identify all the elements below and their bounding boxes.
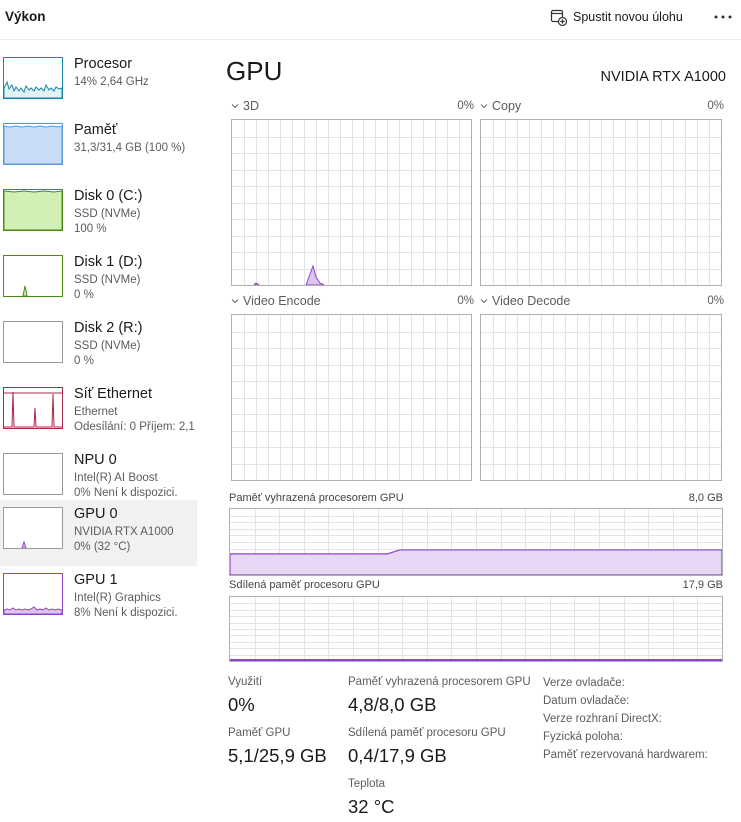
sidebar-item-disk-2[interactable]: Disk 2 (R:) SSD (NVMe) 0 % xyxy=(0,314,197,380)
utilization-value: 0% xyxy=(228,694,255,715)
sidebar-item-detail: NVIDIA RTX A1000 xyxy=(74,526,174,538)
sidebar-item-detail: SSD (NVMe) xyxy=(74,274,141,286)
more-horizontal-icon[interactable] xyxy=(712,7,734,27)
gpu-model-name: NVIDIA RTX A1000 xyxy=(600,69,726,85)
sidebar-item-gpu-1[interactable]: GPU 1 Intel(R) Graphics 8% Není k dispoz… xyxy=(0,566,197,632)
engine-percent: 0% xyxy=(707,295,724,307)
new-task-label: Spustit novou úlohu xyxy=(573,10,683,24)
npu-0-thumbnail-graph xyxy=(3,453,63,495)
engine-label: Copy xyxy=(492,99,522,113)
dedicated-memory-graph-label: Paměť vyhrazená procesorem GPU xyxy=(229,492,404,504)
sidebar-item-detail: 31,3/31,4 GB (100 %) xyxy=(74,142,186,154)
engine-label: Video Decode xyxy=(492,294,571,308)
disk-2-thumbnail-graph xyxy=(3,321,63,363)
sidebar-item-ethernet[interactable]: Síť Ethernet Ethernet Odesílání: 0 Příje… xyxy=(0,380,197,446)
sidebar-item-label: Procesor xyxy=(74,56,133,72)
sidebar-item-label: GPU 1 xyxy=(74,572,118,588)
dedicated-memory-graph-max: 8,0 GB xyxy=(688,492,723,504)
sidebar-item-detail: SSD (NVMe) xyxy=(74,208,141,220)
engine-selector-3d[interactable]: 3D xyxy=(230,99,259,113)
engine-label: Video Encode xyxy=(243,294,321,308)
sidebar-item-detail: Intel(R) Graphics xyxy=(74,592,161,604)
dedicated-memory-area xyxy=(230,549,722,575)
graph-video-decode xyxy=(480,314,722,481)
sidebar-item-detail: SSD (NVMe) xyxy=(74,340,141,352)
gpu-memory-label: Paměť GPU xyxy=(228,727,291,739)
hardware-reserved-memory-label: Paměť rezervovaná hardwarem: xyxy=(543,749,708,761)
engine-selector-copy[interactable]: Copy xyxy=(479,99,521,113)
chevron-down-icon xyxy=(231,104,239,109)
graph-dedicated-memory xyxy=(229,508,723,576)
engine-selector-video-encode[interactable]: Video Encode xyxy=(230,294,321,308)
utilization-label: Využití xyxy=(228,676,263,688)
sidebar-item-value: 8% Není k dispozici. xyxy=(74,607,178,619)
sidebar-item-disk-1[interactable]: Disk 1 (D:) SSD (NVMe) 0 % xyxy=(0,248,197,314)
sidebar-item-value: 0% (32 °C) xyxy=(74,541,131,553)
new-task-button[interactable]: Spustit novou úlohu xyxy=(550,6,683,28)
sidebar-item-label: Disk 0 (C:) xyxy=(74,188,143,204)
memory-thumbnail-graph xyxy=(3,123,63,165)
sidebar-item-label: GPU 0 xyxy=(74,506,118,522)
ethernet-thumbnail-graph xyxy=(3,387,63,429)
engine-percent: 0% xyxy=(457,100,474,112)
chevron-down-icon xyxy=(231,299,239,304)
sidebar-item-label: Disk 2 (R:) xyxy=(74,320,143,336)
graph-shared-memory xyxy=(229,596,723,662)
directx-version-label: Verze rozhraní DirectX: xyxy=(543,713,662,725)
engine-percent: 0% xyxy=(457,295,474,307)
sidebar-item-detail: Intel(R) AI Boost xyxy=(74,472,158,484)
dedicated-memory-value: 4,8/8,0 GB xyxy=(348,694,437,715)
driver-date-label: Datum ovladače: xyxy=(543,695,630,707)
sidebar-item-disk-0[interactable]: Disk 0 (C:) SSD (NVMe) 100 % xyxy=(0,182,197,248)
engine-percent: 0% xyxy=(707,100,724,112)
temperature-label: Teplota xyxy=(348,778,386,790)
shared-memory-graph-label: Sdílená paměť procesoru GPU xyxy=(229,579,380,591)
graph-copy xyxy=(480,119,722,286)
sidebar-item-memory[interactable]: Paměť 31,3/31,4 GB (100 %) xyxy=(0,116,197,182)
graph-dedicated-memory-trace xyxy=(230,549,722,575)
graph-video-encode xyxy=(231,314,472,481)
sidebar-item-gpu-0[interactable]: GPU 0 NVIDIA RTX A1000 0% (32 °C) xyxy=(0,500,197,566)
chevron-down-icon xyxy=(480,104,488,109)
disk-1-thumbnail-graph xyxy=(3,255,63,297)
sidebar-item-value: 0 % xyxy=(74,289,94,301)
sidebar-item-value: 100 % xyxy=(74,223,107,235)
sidebar-item-value: 0% Není k dispozici. xyxy=(74,487,178,499)
sidebar-item-detail: Ethernet xyxy=(74,406,118,418)
sidebar-item-value: 0 % xyxy=(74,355,94,367)
shared-memory-label: Sdílená paměť procesoru GPU xyxy=(348,727,506,739)
sidebar-item-label: Paměť xyxy=(74,122,118,138)
graph-grid xyxy=(481,120,721,285)
graph-grid xyxy=(232,315,471,480)
disk-0-thumbnail-graph xyxy=(3,189,63,231)
sidebar-item-cpu[interactable]: Procesor 14% 2,64 GHz xyxy=(0,50,197,116)
cpu-thumbnail-graph xyxy=(3,57,63,99)
new-task-icon xyxy=(550,9,567,26)
physical-location-label: Fyzická poloha: xyxy=(543,731,623,743)
sidebar-item-detail: 14% 2,64 GHz xyxy=(74,76,149,88)
gpu-1-thumbnail-graph xyxy=(3,573,63,615)
page-title: Výkon xyxy=(5,9,46,24)
sidebar-item-label: Disk 1 (D:) xyxy=(74,254,143,270)
engine-label: 3D xyxy=(243,99,259,113)
gpu-heading: GPU xyxy=(226,56,283,86)
graph-3d-trace xyxy=(253,264,325,285)
dedicated-memory-label: Paměť vyhrazená procesorem GPU xyxy=(348,676,531,688)
graph-grid xyxy=(481,315,721,480)
graph-shared-memory-trace xyxy=(230,658,722,661)
shared-memory-area xyxy=(230,658,722,661)
shared-memory-graph-max: 17,9 GB xyxy=(682,579,723,591)
chevron-down-icon xyxy=(480,299,488,304)
sidebar-item-label: Síť Ethernet xyxy=(74,386,152,402)
gpu-0-thumbnail-graph xyxy=(3,507,63,549)
sidebar-item-value: Odesílání: 0 Příjem: 2,1 xyxy=(74,421,195,433)
driver-version-label: Verze ovladače: xyxy=(543,677,625,689)
shared-memory-value: 0,4/17,9 GB xyxy=(348,745,447,766)
graph-3d xyxy=(231,119,472,286)
gpu-memory-value: 5,1/25,9 GB xyxy=(228,745,327,766)
temperature-value: 32 °C xyxy=(348,796,395,817)
engine-selector-video-decode[interactable]: Video Decode xyxy=(479,294,570,308)
header-bar: Výkon Spustit novou úlohu xyxy=(0,0,741,40)
sidebar-item-label: NPU 0 xyxy=(74,452,117,468)
